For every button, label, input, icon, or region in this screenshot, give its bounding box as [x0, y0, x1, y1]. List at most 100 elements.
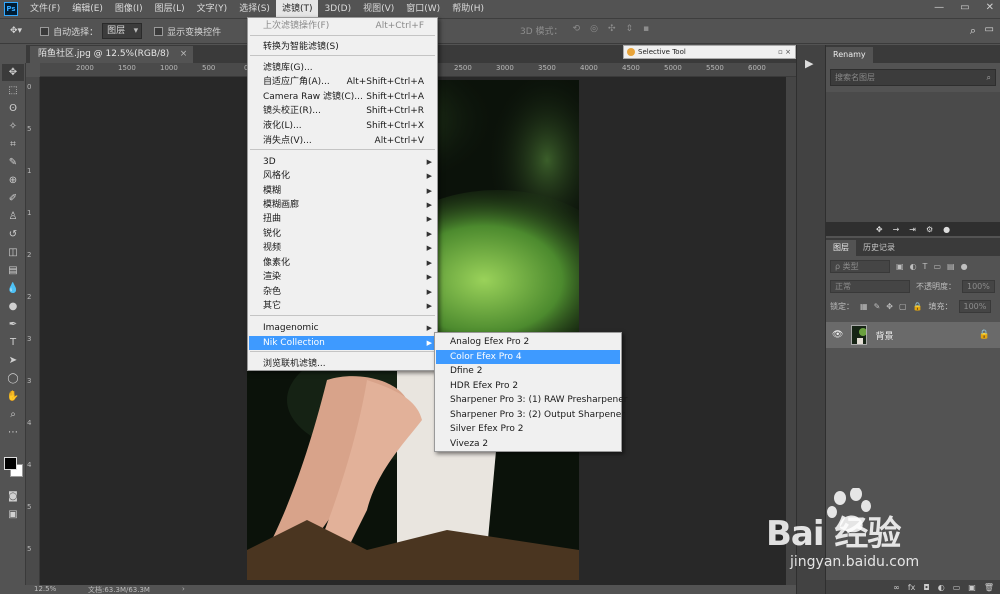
- filter-menu-item[interactable]: 模糊 ▶: [249, 184, 436, 198]
- menu-item-10[interactable]: 帮助(H): [446, 0, 490, 18]
- filter-menu-item[interactable]: 模糊画廊 ▶: [249, 198, 436, 212]
- renamy-tool-icon[interactable]: ✥: [876, 225, 883, 234]
- eyedropper-tool-icon[interactable]: ✎: [2, 154, 24, 171]
- opacity-input[interactable]: 100%: [962, 279, 995, 293]
- filter-type-icon[interactable]: T: [923, 262, 928, 271]
- eraser-tool-icon[interactable]: ◫: [2, 244, 24, 261]
- scale-3d-icon[interactable]: ▪: [643, 24, 649, 37]
- dodge-tool-icon[interactable]: ●: [2, 298, 24, 315]
- minimize-icon[interactable]: —: [934, 2, 944, 13]
- layer-kind-filter[interactable]: ρ 类型: [830, 259, 890, 273]
- nik-menu-item[interactable]: Sharpener Pro 3: (2) Output Sharpener: [436, 408, 625, 422]
- filter-menu-item[interactable]: 风格化 ▶: [249, 169, 436, 183]
- slide-3d-icon[interactable]: ⇕: [625, 24, 633, 37]
- search-icon[interactable]: ⌕: [987, 70, 991, 85]
- show-transform-checkbox[interactable]: [154, 26, 164, 36]
- menu-item-1[interactable]: 编辑(E): [66, 0, 109, 18]
- tab-layers[interactable]: 图层: [826, 240, 856, 256]
- quick-mask-icon[interactable]: ◙: [2, 488, 24, 505]
- filter-shape-icon[interactable]: ▭: [933, 262, 941, 271]
- filter-menu-item[interactable]: 其它 ▶: [249, 299, 436, 313]
- filter-menu-item[interactable]: 消失点(V)... Alt+Ctrl+V: [249, 134, 436, 148]
- renamy-tool-icon[interactable]: ⚙: [926, 225, 933, 234]
- auto-select-option[interactable]: 自动选择：: [40, 25, 98, 38]
- layers-footer-icon[interactable]: fx: [908, 583, 916, 592]
- crop-tool-icon[interactable]: ⌗: [2, 136, 24, 153]
- blend-mode-select[interactable]: 正常: [830, 279, 910, 293]
- selective-tool-buttons[interactable]: ▫ ×: [778, 46, 791, 58]
- filter-smart-icon[interactable]: ▤: [947, 262, 955, 271]
- layer-row-background[interactable]: 👁 背景 🔒: [826, 322, 1000, 348]
- layers-footer-icon[interactable]: 🗑: [984, 583, 994, 592]
- blur-tool-icon[interactable]: 💧: [2, 280, 24, 297]
- fill-input[interactable]: 100%: [958, 299, 992, 313]
- filter-menu-item[interactable]: 扭曲 ▶: [249, 212, 436, 226]
- lock-all-icon[interactable]: 🔒: [913, 302, 923, 311]
- filter-menu-item[interactable]: Nik Collection ▶: [249, 336, 436, 350]
- menu-item-3[interactable]: 图层(L): [149, 0, 191, 18]
- move-tool-icon[interactable]: ✥: [2, 64, 24, 81]
- type-tool-icon[interactable]: T: [2, 334, 24, 351]
- lock-move-icon[interactable]: ✥: [886, 302, 893, 311]
- renamy-tool-icon[interactable]: →: [893, 225, 900, 234]
- nik-menu-item[interactable]: Color Efex Pro 4: [436, 349, 620, 364]
- menu-item-2[interactable]: 图像(I): [109, 0, 149, 18]
- filter-menu-item[interactable]: 镜头校正(R)... Shift+Ctrl+R: [249, 104, 436, 118]
- renamy-tool-icon[interactable]: ●: [943, 225, 950, 234]
- menu-item-4[interactable]: 文字(Y): [191, 0, 234, 18]
- close-tab-icon[interactable]: ×: [180, 46, 188, 63]
- maximize-icon[interactable]: ▭: [960, 2, 969, 13]
- nik-menu-item[interactable]: Analog Efex Pro 2: [436, 335, 620, 349]
- roll-3d-icon[interactable]: ◎: [590, 24, 598, 37]
- zoom-level[interactable]: 12.5%: [34, 585, 56, 593]
- marquee-tool-icon[interactable]: ⬚: [2, 82, 24, 99]
- layers-footer-icon[interactable]: ◘: [923, 583, 929, 592]
- layers-footer-icon[interactable]: ∞: [893, 583, 900, 592]
- menu-item-0[interactable]: 文件(F): [24, 0, 66, 18]
- search-icon[interactable]: ⌕: [970, 24, 976, 38]
- tab-renamy[interactable]: Renamy: [826, 47, 873, 63]
- filter-menu-item[interactable]: 自适应广角(A)... Alt+Shift+Ctrl+A: [249, 75, 436, 89]
- layers-footer-icon[interactable]: ◐: [938, 583, 945, 592]
- filter-menu-item[interactable]: Camera Raw 滤镜(C)... Shift+Ctrl+A: [249, 90, 436, 104]
- move-tool-icon[interactable]: ✥▾: [10, 26, 22, 36]
- filter-menu-item[interactable]: 杂色 ▶: [249, 285, 436, 299]
- auto-select-checkbox[interactable]: [40, 26, 50, 36]
- filter-menu-item[interactable]: 视频 ▶: [249, 241, 436, 255]
- filter-menu-item[interactable]: 液化(L)... Shift+Ctrl+X: [249, 119, 436, 133]
- lock-paint-icon[interactable]: ✎: [874, 302, 881, 311]
- filter-menu-item[interactable]: Imagenomic ▶: [249, 321, 436, 335]
- renamy-tool-icon[interactable]: ⇥: [909, 225, 916, 234]
- filter-menu-item[interactable]: 滤镜库(G)...: [249, 61, 436, 75]
- filter-menu-item[interactable]: 转换为智能滤镜(S): [249, 40, 436, 54]
- show-transform-option[interactable]: 显示变换控件: [154, 25, 221, 38]
- play-icon[interactable]: ▶: [805, 57, 813, 70]
- zoom-tool-icon[interactable]: ⌕: [2, 406, 24, 423]
- lock-artboard-icon[interactable]: ▢: [899, 302, 907, 311]
- filter-menu-item[interactable]: 浏览联机滤镜...: [249, 357, 436, 371]
- menu-item-6[interactable]: 滤镜(T): [275, 0, 319, 18]
- brush-tool-icon[interactable]: ✐: [2, 190, 24, 207]
- menu-item-8[interactable]: 视图(V): [357, 0, 400, 18]
- nik-menu-item[interactable]: HDR Efex Pro 2: [436, 379, 620, 393]
- nik-menu-item[interactable]: Dfine 2: [436, 364, 620, 378]
- drag-3d-icon[interactable]: ✣: [608, 24, 616, 37]
- layers-footer-icon[interactable]: ▣: [968, 583, 976, 592]
- foreground-color-swatch[interactable]: [4, 457, 17, 470]
- hand-tool-icon[interactable]: ✋: [2, 388, 24, 405]
- nik-menu-item[interactable]: Sharpener Pro 3: (1) RAW Presharpener: [436, 393, 627, 407]
- filter-menu-item[interactable]: 锐化 ▶: [249, 227, 436, 241]
- rotate-3d-icon[interactable]: ⟲: [573, 24, 581, 37]
- lasso-tool-icon[interactable]: ʘ: [2, 100, 24, 117]
- filter-menu-item[interactable]: 渲染 ▶: [249, 270, 436, 284]
- shape-tool-icon[interactable]: ◯: [2, 370, 24, 387]
- nik-menu-item[interactable]: Silver Efex Pro 2: [436, 422, 620, 436]
- filter-adjust-icon[interactable]: ◐: [910, 262, 917, 271]
- close-icon[interactable]: ✕: [986, 2, 994, 13]
- history-brush-tool-icon[interactable]: ↺: [2, 226, 24, 243]
- layers-footer-icon[interactable]: ▭: [953, 583, 961, 592]
- selective-tool-window[interactable]: Selective Tool ▫ ×: [623, 45, 796, 59]
- lock-pixels-icon[interactable]: ▦: [860, 302, 868, 311]
- screen-mode-icon[interactable]: ▣: [2, 506, 24, 523]
- auto-select-dropdown[interactable]: 图层: [102, 23, 143, 39]
